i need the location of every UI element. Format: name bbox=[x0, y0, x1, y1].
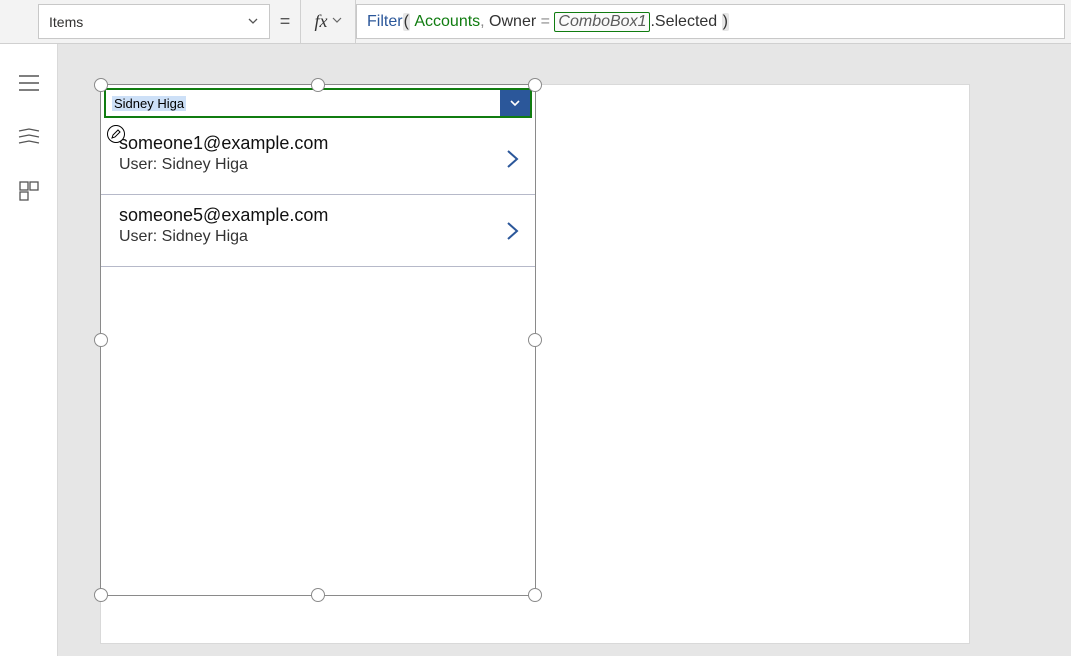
app-canvas[interactable]: Sidney Higa someone1@example.com User: S… bbox=[100, 84, 970, 644]
list-item-title: someone1@example.com bbox=[119, 133, 328, 154]
resize-handle[interactable] bbox=[94, 588, 108, 602]
resize-handle[interactable] bbox=[528, 333, 542, 347]
resize-handle[interactable] bbox=[311, 78, 325, 92]
formula-bar: Items = fx Filter( Accounts, Owner = Com… bbox=[0, 0, 1071, 44]
components-icon[interactable] bbox=[18, 180, 40, 202]
combobox[interactable]: Sidney Higa bbox=[104, 88, 532, 118]
resize-handle[interactable] bbox=[94, 78, 108, 92]
formula-token-ref: ComboBox1 bbox=[554, 12, 650, 32]
list-item-title: someone5@example.com bbox=[119, 205, 328, 226]
edit-template-icon[interactable] bbox=[107, 125, 125, 143]
fx-button[interactable]: fx bbox=[300, 0, 356, 43]
resize-handle[interactable] bbox=[528, 78, 542, 92]
property-selector[interactable]: Items bbox=[38, 4, 270, 39]
formula-token-eq: = bbox=[541, 13, 550, 31]
formula-token-owner: Owner bbox=[489, 13, 536, 31]
chevron-down-icon bbox=[332, 15, 342, 28]
chevron-right-icon[interactable] bbox=[503, 219, 521, 248]
list-item-subtitle: User: Sidney Higa bbox=[119, 228, 328, 246]
canvas-area[interactable]: Sidney Higa someone1@example.com User: S… bbox=[58, 44, 1071, 656]
resize-handle[interactable] bbox=[311, 588, 325, 602]
combobox-text: Sidney Higa bbox=[106, 90, 500, 116]
formula-token-arg1: Accounts bbox=[414, 13, 480, 31]
tree-view-icon[interactable] bbox=[18, 126, 40, 148]
formula-token-prop: .Selected bbox=[650, 13, 717, 31]
fx-icon: fx bbox=[315, 11, 328, 32]
list-item-subtitle: User: Sidney Higa bbox=[119, 156, 328, 174]
formula-token-paren-close: ) bbox=[722, 13, 729, 31]
hamburger-icon[interactable] bbox=[18, 72, 40, 94]
equals-label: = bbox=[270, 0, 300, 43]
combobox-toggle[interactable] bbox=[500, 90, 530, 116]
chevron-down-icon bbox=[247, 14, 259, 30]
formula-token-comma: , bbox=[480, 13, 489, 31]
list-item[interactable]: someone5@example.com User: Sidney Higa bbox=[101, 195, 535, 267]
gallery-list: someone1@example.com User: Sidney Higa s… bbox=[101, 123, 535, 267]
resize-handle[interactable] bbox=[94, 333, 108, 347]
combobox-selected-value: Sidney Higa bbox=[112, 96, 186, 111]
chevron-right-icon[interactable] bbox=[503, 147, 521, 176]
list-item[interactable]: someone1@example.com User: Sidney Higa bbox=[101, 123, 535, 195]
formula-token-func: Filter bbox=[367, 13, 403, 31]
formula-input[interactable]: Filter( Accounts, Owner = ComboBox1.Sele… bbox=[356, 4, 1065, 39]
formula-token-paren-open: ( bbox=[403, 13, 410, 31]
property-selector-label: Items bbox=[49, 14, 83, 30]
resize-handle[interactable] bbox=[528, 588, 542, 602]
left-rail bbox=[0, 44, 58, 656]
gallery-control[interactable]: Sidney Higa someone1@example.com User: S… bbox=[101, 85, 535, 595]
chevron-down-icon bbox=[508, 96, 522, 110]
